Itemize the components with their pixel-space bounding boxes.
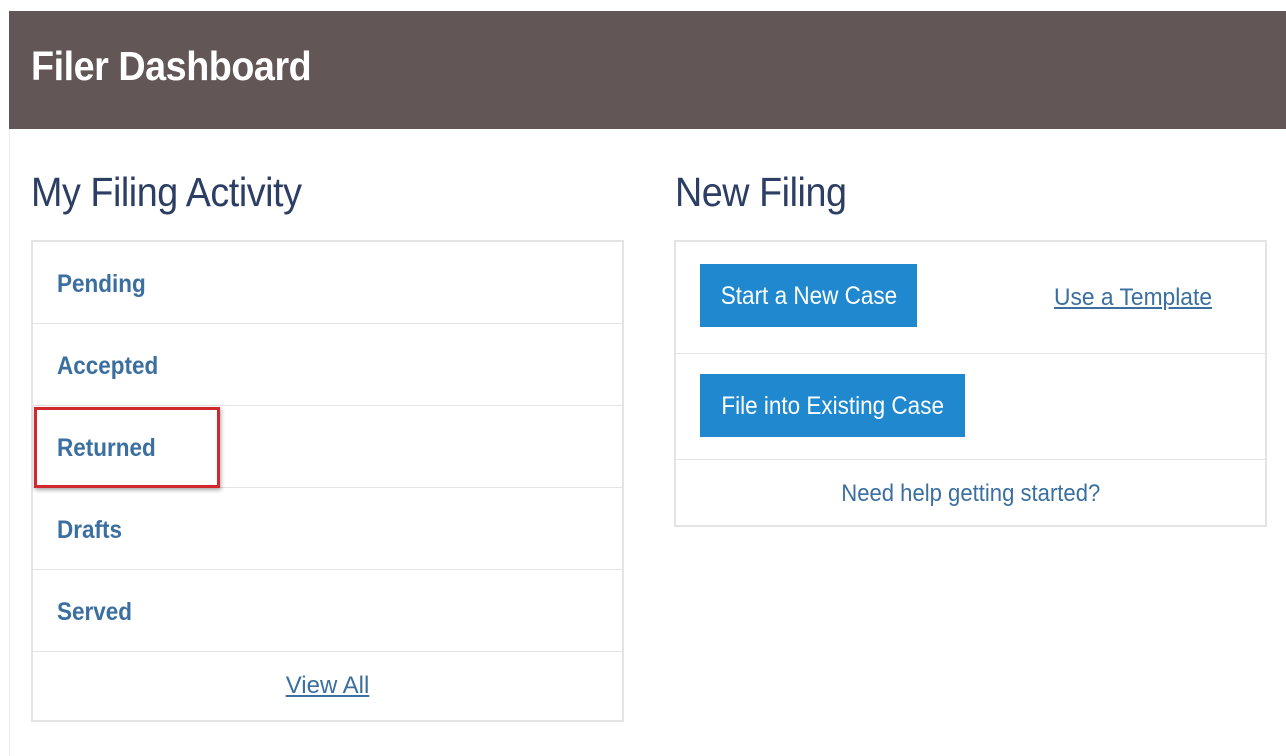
filing-activity-panel: Pending Accepted Returned Drafts Served … bbox=[31, 240, 624, 722]
use-template-link[interactable]: Use a Template bbox=[1054, 284, 1212, 312]
activity-item-label[interactable]: Returned bbox=[57, 434, 156, 463]
help-getting-started-label: Need help getting started? bbox=[840, 480, 1101, 507]
file-into-existing-case-button[interactable]: File into Existing Case bbox=[700, 374, 965, 437]
new-filing-panel: Start a New Case Use a Template File int… bbox=[674, 240, 1267, 527]
divider bbox=[676, 353, 1265, 354]
file-into-existing-case-label: File into Existing Case bbox=[721, 391, 944, 420]
activity-item-label[interactable]: Drafts bbox=[57, 516, 122, 545]
activity-item-label[interactable]: Accepted bbox=[57, 352, 158, 381]
divider bbox=[676, 459, 1265, 460]
filer-dashboard-page: Filer Dashboard My Filing Activity Pendi… bbox=[0, 0, 1286, 756]
filing-activity-heading: My Filing Activity bbox=[31, 169, 302, 215]
start-new-case-button[interactable]: Start a New Case bbox=[700, 264, 917, 327]
start-new-case-label: Start a New Case bbox=[720, 281, 897, 310]
new-filing-heading: New Filing bbox=[675, 169, 847, 215]
page-title: Filer Dashboard bbox=[31, 43, 312, 89]
activity-item-returned[interactable]: Returned bbox=[33, 406, 622, 488]
activity-item-accepted[interactable]: Accepted bbox=[33, 324, 622, 406]
activity-item-label[interactable]: Pending bbox=[57, 270, 146, 299]
dashboard-header: Filer Dashboard bbox=[9, 11, 1286, 129]
help-getting-started-link[interactable]: Need help getting started? bbox=[676, 480, 1265, 508]
activity-item-label[interactable]: Served bbox=[57, 598, 132, 627]
activity-item-drafts[interactable]: Drafts bbox=[33, 488, 622, 570]
activity-item-pending[interactable]: Pending bbox=[33, 242, 622, 324]
activity-item-served[interactable]: Served bbox=[33, 570, 622, 652]
view-all-link[interactable]: View All bbox=[33, 672, 622, 700]
